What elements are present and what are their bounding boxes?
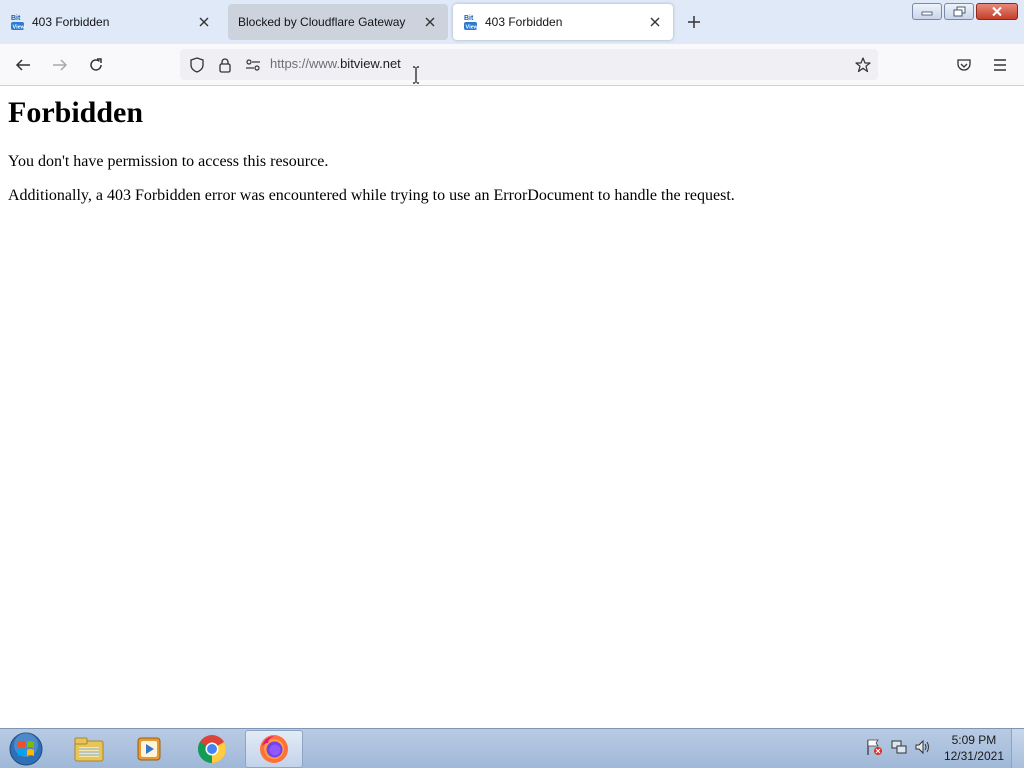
error-document-message: Additionally, a 403 Forbidden error was … (8, 187, 735, 204)
star-icon (855, 57, 871, 73)
taskbar: 5:09 PM 12/31/2021 (0, 728, 1024, 768)
reload-icon (90, 58, 102, 71)
close-icon (992, 6, 1002, 17)
pocket-icon (957, 59, 971, 71)
taskbar-clock[interactable]: 5:09 PM 12/31/2021 (944, 732, 1004, 764)
text-cursor-icon (413, 66, 419, 84)
back-arrow-icon (15, 59, 30, 71)
taskbar-media-player[interactable] (121, 730, 179, 768)
show-desktop-button[interactable] (1011, 729, 1024, 768)
forward-button[interactable] (50, 55, 70, 75)
svg-text:Bit: Bit (464, 15, 474, 22)
svg-text:View: View (13, 25, 26, 31)
page-heading: Forbidden (8, 96, 144, 129)
tray-network[interactable] (889, 737, 909, 757)
clock-date: 12/31/2021 (943, 749, 1004, 763)
address-bar[interactable]: https://www.bitview.net (180, 49, 878, 80)
back-button[interactable] (13, 55, 33, 75)
tray-volume[interactable] (913, 737, 933, 757)
flag-warning-icon (867, 739, 882, 755)
hamburger-menu-icon (994, 59, 1006, 71)
restore-button[interactable] (944, 3, 974, 20)
taskbar-chrome[interactable] (183, 730, 241, 768)
url-host: bitview.net (340, 56, 401, 71)
clock-time: 5:09 PM (951, 733, 997, 747)
close-tab-icon[interactable] (196, 14, 212, 30)
reload-button[interactable] (86, 55, 106, 75)
permission-message: You don't have permission to access this… (8, 153, 329, 170)
bitview-icon: Bit View (464, 15, 479, 31)
permissions-button[interactable] (243, 55, 263, 75)
navigation-toolbar: https://www.bitview.net (0, 44, 1024, 86)
forward-arrow-icon (53, 59, 68, 71)
tab-strip: Bit View 403 Forbidden Blocked by Cloudf… (0, 0, 1024, 44)
network-icon (891, 740, 907, 754)
tab-label: 403 Forbidden (485, 15, 563, 29)
url-scheme: https://www. (270, 56, 341, 71)
lock-icon (219, 58, 231, 73)
taskbar-firefox[interactable] (245, 730, 303, 768)
firefox-icon (260, 735, 288, 763)
restore-icon (953, 6, 965, 17)
tab-403-forbidden-active[interactable]: Bit View 403 Forbidden (453, 4, 673, 40)
tab-403-forbidden-1[interactable]: Bit View 403 Forbidden (0, 4, 222, 40)
bitview-icon: Bit View (11, 15, 26, 31)
close-tab-icon[interactable] (647, 14, 663, 30)
chrome-icon (198, 735, 226, 763)
permissions-icon (246, 59, 260, 71)
tab-label: Blocked by Cloudflare Gateway (238, 15, 406, 29)
taskbar-file-explorer[interactable] (60, 730, 118, 768)
menu-button[interactable] (990, 55, 1010, 75)
pocket-button[interactable] (954, 55, 974, 75)
start-button[interactable] (6, 730, 46, 768)
plus-icon (688, 16, 700, 28)
tray-action-center[interactable] (864, 737, 884, 757)
svg-text:Bit: Bit (11, 15, 21, 22)
close-window-button[interactable] (976, 3, 1018, 20)
bookmark-star-button[interactable] (853, 55, 873, 75)
svg-text:View: View (466, 25, 479, 31)
site-security-button[interactable] (215, 55, 235, 75)
windows-start-icon (9, 732, 43, 766)
window-controls (912, 3, 1018, 20)
speaker-icon (915, 739, 929, 755)
minimize-icon (921, 11, 933, 15)
new-tab-button[interactable] (684, 12, 704, 32)
tab-label: 403 Forbidden (32, 15, 110, 29)
shield-icon (190, 57, 204, 73)
media-player-icon (137, 737, 161, 761)
minimize-button[interactable] (912, 3, 942, 20)
tab-blocked-by-cloudflare[interactable]: Blocked by Cloudflare Gateway (228, 4, 448, 40)
file-explorer-icon (74, 737, 104, 762)
close-tab-icon[interactable] (422, 14, 438, 30)
tracking-protection-button[interactable] (187, 55, 207, 75)
page-content: Forbidden You don't have permission to a… (0, 86, 1024, 728)
url-text[interactable]: https://www.bitview.net (270, 56, 401, 71)
